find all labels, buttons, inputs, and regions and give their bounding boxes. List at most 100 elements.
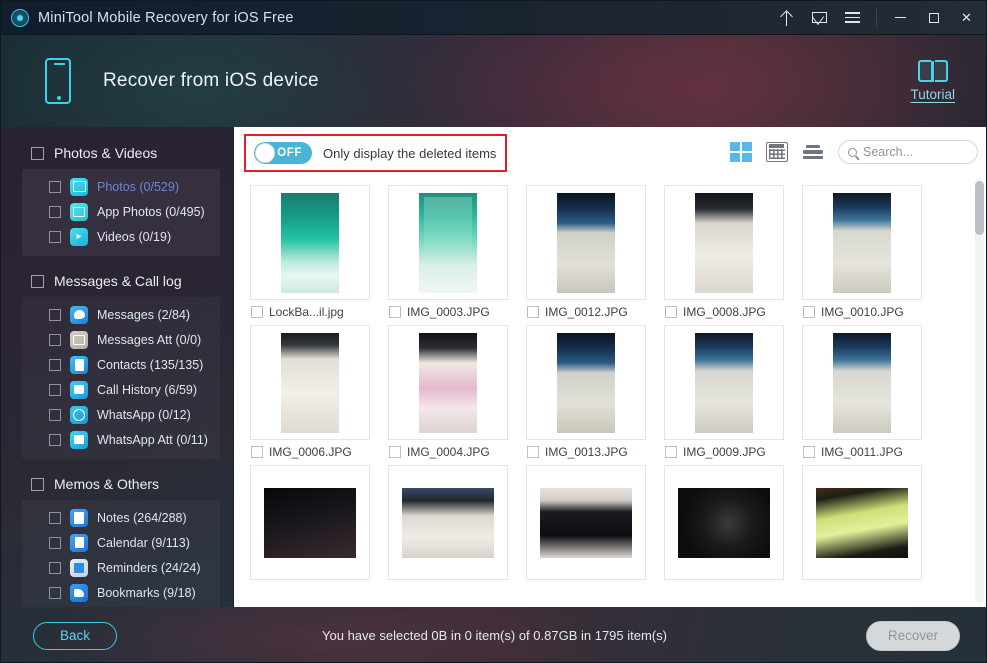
view-calendar-icon[interactable] [766, 142, 788, 162]
thumbnail-image [557, 333, 615, 433]
sidebar-item-messages[interactable]: Messages (2/84) [22, 302, 220, 327]
item-checkbox[interactable] [49, 334, 61, 346]
grid-cell: IMG_0008.JPG [664, 185, 802, 325]
item-checkbox[interactable] [49, 587, 61, 599]
item-checkbox[interactable] [49, 384, 61, 396]
item-label: WhatsApp (0/12) [97, 408, 191, 422]
thumbnail-img-0008[interactable] [664, 185, 784, 300]
status-text: You have selected 0B in 0 item(s) of 0.8… [1, 628, 987, 643]
deleted-items-toggle[interactable]: OFF [254, 142, 312, 164]
reminders-icon [70, 559, 88, 577]
item-checkbox[interactable] [49, 512, 61, 524]
thumbnail-checkbox[interactable] [251, 446, 263, 458]
group-checkbox[interactable] [31, 147, 44, 160]
item-checkbox[interactable] [49, 231, 61, 243]
thumbnail-checkbox[interactable] [251, 306, 263, 318]
item-checkbox[interactable] [49, 359, 61, 371]
application-window: MiniTool Mobile Recovery for iOS Free ✕ … [0, 0, 987, 663]
grid-cell: IMG_0013.JPG [526, 325, 664, 465]
view-grid-icon[interactable] [730, 142, 752, 162]
item-checkbox[interactable] [49, 537, 61, 549]
thumbnail-img-0012[interactable] [526, 185, 646, 300]
sidebar-group-photos-videos[interactable]: Photos & Videos [1, 141, 233, 165]
back-button[interactable]: Back [33, 622, 117, 650]
thumbnail-row3-1[interactable] [250, 465, 370, 580]
thumbnail-img-0013[interactable] [526, 325, 646, 440]
item-checkbox[interactable] [49, 409, 61, 421]
thumbnail-checkbox[interactable] [527, 446, 539, 458]
thumbnail-filename: IMG_0012.JPG [545, 305, 628, 319]
thumbnail-row3-4[interactable] [664, 465, 784, 580]
videos-icon [70, 228, 88, 246]
sidebar-item-notes[interactable]: Notes (264/288) [22, 505, 220, 530]
thumbnail-lockbackground[interactable] [250, 185, 370, 300]
thumbnail-img-0011[interactable] [802, 325, 922, 440]
sidebar-group-messages-call-log[interactable]: Messages & Call log [1, 269, 233, 293]
search-icon [848, 148, 857, 157]
toggle-description: Only display the deleted items [323, 146, 496, 161]
thumbnail-image [540, 488, 632, 558]
sidebar-item-call-history[interactable]: Call History (6/59) [22, 377, 220, 402]
sidebar-group-memos-others[interactable]: Memos & Others [1, 472, 233, 496]
vertical-scrollbar[interactable] [975, 179, 984, 603]
scrollbar-thumb[interactable] [975, 181, 984, 235]
page-title: Recover from iOS device [103, 70, 319, 92]
grid-cell: IMG_0011.JPG [802, 325, 940, 465]
sidebar-item-whatsapp-att[interactable]: WhatsApp Att (0/11) [22, 427, 220, 452]
menu-icon[interactable] [836, 1, 869, 35]
thumbnail-img-0006[interactable] [250, 325, 370, 440]
title-bar: MiniTool Mobile Recovery for iOS Free ✕ [1, 1, 987, 35]
bookmarks-icon [70, 584, 88, 602]
item-checkbox[interactable] [49, 434, 61, 446]
thumbnail-caption: LockBa...il.jpg [250, 300, 388, 324]
sidebar-item-bookmarks[interactable]: Bookmarks (9/18) [22, 580, 220, 605]
mail-icon[interactable] [803, 1, 836, 35]
group-checkbox[interactable] [31, 478, 44, 491]
thumbnail-img-0009[interactable] [664, 325, 784, 440]
search-box[interactable] [838, 140, 978, 164]
thumbnail-image [816, 488, 908, 558]
recover-button[interactable]: Recover [866, 621, 960, 651]
thumbnail-image [402, 488, 494, 558]
grid-cell [250, 465, 388, 605]
thumbnail-row3-3[interactable] [526, 465, 646, 580]
sidebar-item-reminders[interactable]: Reminders (24/24) [22, 555, 220, 580]
close-button[interactable]: ✕ [950, 1, 983, 35]
item-checkbox[interactable] [49, 181, 61, 193]
sidebar-item-contacts[interactable]: Contacts (135/135) [22, 352, 220, 377]
thumbnail-checkbox[interactable] [527, 306, 539, 318]
search-input[interactable] [863, 145, 963, 159]
item-checkbox[interactable] [49, 562, 61, 574]
item-checkbox[interactable] [49, 309, 61, 321]
view-list-icon[interactable] [802, 142, 824, 162]
sidebar-item-messages-att[interactable]: Messages Att (0/0) [22, 327, 220, 352]
group-label: Photos & Videos [54, 145, 157, 161]
thumbnail-row3-5[interactable] [802, 465, 922, 580]
thumbnail-row3-2[interactable] [388, 465, 508, 580]
sidebar-item-photos[interactable]: Photos (0/529) [22, 174, 220, 199]
sidebar-item-calendar[interactable]: Calendar (9/113) [22, 530, 220, 555]
thumbnail-checkbox[interactable] [389, 446, 401, 458]
thumbnail-checkbox[interactable] [389, 306, 401, 318]
thumbnail-img-0010[interactable] [802, 185, 922, 300]
group-checkbox[interactable] [31, 275, 44, 288]
upgrade-arrow-icon[interactable] [770, 1, 803, 35]
grid-cell: IMG_0010.JPG [802, 185, 940, 325]
thumbnail-checkbox[interactable] [665, 306, 677, 318]
item-checkbox[interactable] [49, 206, 61, 218]
thumbnail-image [281, 333, 339, 433]
tutorial-button[interactable]: Tutorial [910, 60, 955, 102]
sidebar-item-videos[interactable]: Videos (0/19) [22, 224, 220, 249]
sidebar: Photos & Videos Photos (0/529)App Photos … [1, 127, 234, 607]
thumbnail-checkbox[interactable] [665, 446, 677, 458]
thumbnail-checkbox[interactable] [803, 446, 815, 458]
maximize-button[interactable] [917, 1, 950, 35]
thumbnail-img-0004[interactable] [388, 325, 508, 440]
thumbnail-checkbox[interactable] [803, 306, 815, 318]
sidebar-item-whatsapp[interactable]: WhatsApp (0/12) [22, 402, 220, 427]
thumbnail-filename: IMG_0004.JPG [407, 445, 490, 459]
thumbnail-img-0003[interactable] [388, 185, 508, 300]
sidebar-item-app-photos[interactable]: App Photos (0/495) [22, 199, 220, 224]
minimize-button[interactable] [884, 1, 917, 35]
thumbnail-image [833, 193, 891, 293]
